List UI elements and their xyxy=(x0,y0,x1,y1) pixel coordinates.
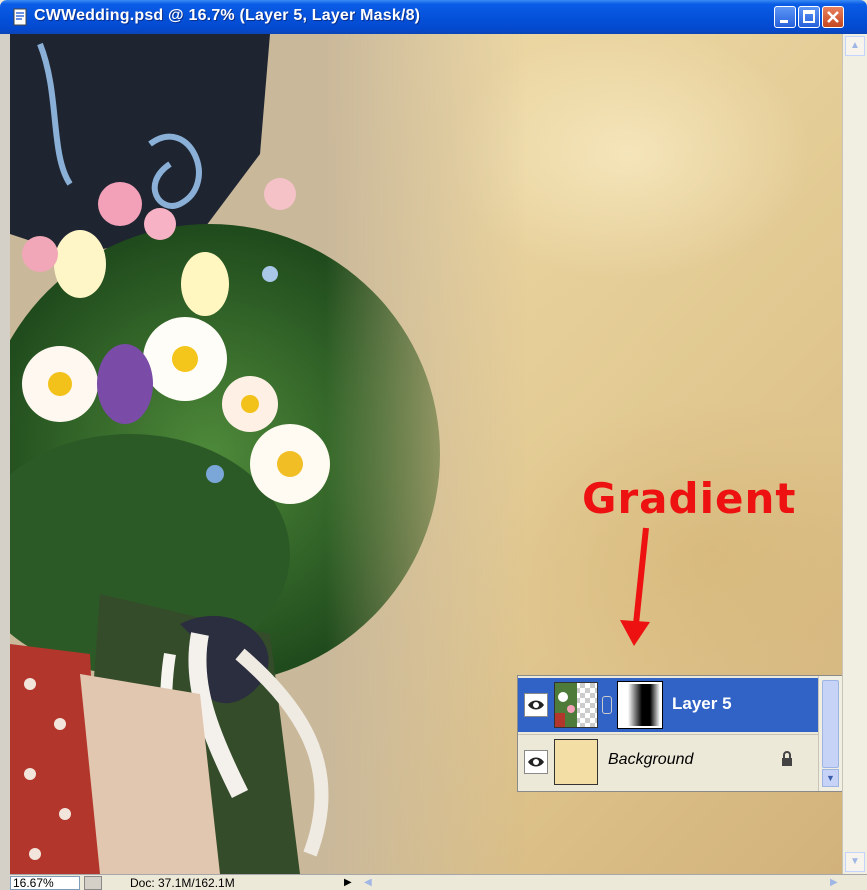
layer-name[interactable]: Layer 5 xyxy=(672,694,732,714)
lock-icon xyxy=(780,751,794,770)
zoom-field[interactable]: 16.67% xyxy=(10,876,80,890)
maximize-icon xyxy=(803,10,815,23)
document-icon xyxy=(13,8,27,26)
status-bar: 16.67% Doc: 37.1M/162.1M ▶ ◀ ▶ xyxy=(10,874,867,890)
eye-icon xyxy=(528,757,544,767)
vertical-scrollbar[interactable]: ▲ ▼ xyxy=(842,34,867,874)
scroll-left-button[interactable]: ◀ xyxy=(364,876,380,890)
layer-name[interactable]: Background xyxy=(608,751,693,769)
layer-visibility-toggle[interactable] xyxy=(524,693,548,717)
title-bar: CWWedding.psd @ 16.7% (Layer 5, Layer Ma… xyxy=(0,0,867,34)
layer-thumbnail[interactable] xyxy=(554,739,598,785)
scroll-down-button[interactable]: ▼ xyxy=(822,769,839,787)
scroll-up-button[interactable]: ▲ xyxy=(845,36,865,56)
layer-visibility-toggle[interactable] xyxy=(524,750,548,774)
image-canvas[interactable]: Gradient Layer 5 Background ▼ xyxy=(10,34,842,874)
close-icon xyxy=(827,11,839,23)
layers-panel: Layer 5 Background ▼ xyxy=(517,675,842,792)
minimize-icon xyxy=(780,20,788,23)
status-menu-arrow-icon[interactable]: ▶ xyxy=(344,876,354,890)
window-title: CWWedding.psd @ 16.7% (Layer 5, Layer Ma… xyxy=(34,7,421,24)
layer-thumbnail[interactable] xyxy=(554,682,598,728)
document-size-info: Doc: 37.1M/162.1M xyxy=(130,876,235,890)
document-frame: Gradient Layer 5 Background ▼ ▲ ▼ 16.67%… xyxy=(0,34,867,890)
layer-thumbnail-image xyxy=(555,683,577,727)
mask-link-icon[interactable] xyxy=(602,696,612,714)
close-button[interactable] xyxy=(822,6,844,28)
layers-scrollbar[interactable]: ▼ xyxy=(818,676,842,791)
scroll-right-button[interactable]: ▶ xyxy=(830,876,846,890)
minimize-button[interactable] xyxy=(774,6,796,28)
scrollbar-thumb[interactable] xyxy=(822,680,839,768)
status-info-icon[interactable] xyxy=(84,876,102,890)
layer-mask-thumbnail[interactable] xyxy=(617,681,663,729)
layer-row-background[interactable]: Background xyxy=(518,734,818,789)
gradient-annotation: Gradient xyxy=(582,474,797,523)
layer-row-layer5[interactable]: Layer 5 xyxy=(518,678,818,732)
maximize-button[interactable] xyxy=(798,6,820,28)
scroll-down-button[interactable]: ▼ xyxy=(845,852,865,872)
eye-icon xyxy=(528,700,544,710)
